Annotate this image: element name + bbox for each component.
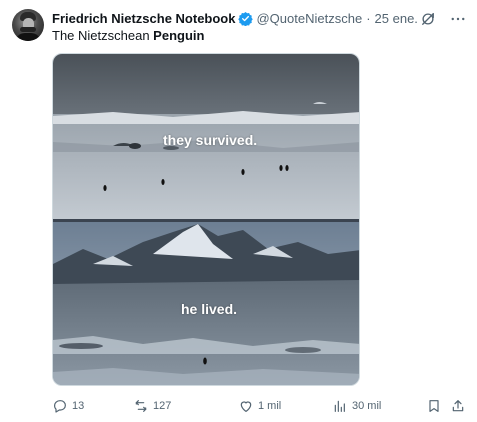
reply-icon: [52, 398, 68, 414]
views-icon: [332, 398, 348, 414]
like-count: 1 mil: [258, 400, 282, 412]
tweet-text-plain: The Nietzschean: [52, 28, 154, 43]
more-icon[interactable]: [449, 10, 467, 28]
separator-dot: ·: [366, 10, 371, 26]
views-count: 30 mil: [352, 400, 382, 412]
repost-button[interactable]: 127: [133, 398, 171, 414]
bookmark-icon: [426, 398, 442, 414]
author-avatar[interactable]: [12, 9, 44, 41]
like-button[interactable]: 1 mil: [238, 398, 281, 414]
reply-count: 13: [72, 400, 85, 412]
tweet-text: The Nietzschean Penguin: [52, 28, 204, 43]
caption-bottom: he lived.: [181, 301, 238, 317]
tweet-actions: 13 127 1 mil 30 mil: [52, 398, 467, 414]
repost-count: 127: [153, 400, 172, 412]
bookmark-button[interactable]: [426, 398, 442, 414]
heart-icon: [238, 398, 254, 414]
verified-badge-icon[interactable]: [238, 11, 254, 26]
author-handle[interactable]: @QuoteNietzsche: [256, 11, 362, 26]
share-icon: [450, 398, 466, 414]
tweet-media[interactable]: they survived. he lived.: [52, 53, 360, 386]
tweet-date[interactable]: 25 ene.: [375, 11, 418, 26]
reply-button[interactable]: 13: [52, 398, 84, 414]
repost-icon: [133, 398, 149, 414]
penguin-image: [53, 54, 359, 385]
tweet-header: Friedrich Nietzsche Notebook @QuoteNietz…: [52, 10, 467, 26]
caption-top: they survived.: [163, 132, 258, 148]
tweet-text-bold: Penguin: [153, 28, 205, 43]
share-button[interactable]: [450, 398, 466, 414]
author-name[interactable]: Friedrich Nietzsche Notebook: [52, 11, 235, 26]
views-button[interactable]: 30 mil: [332, 398, 381, 414]
grok-icon[interactable]: [419, 10, 437, 28]
